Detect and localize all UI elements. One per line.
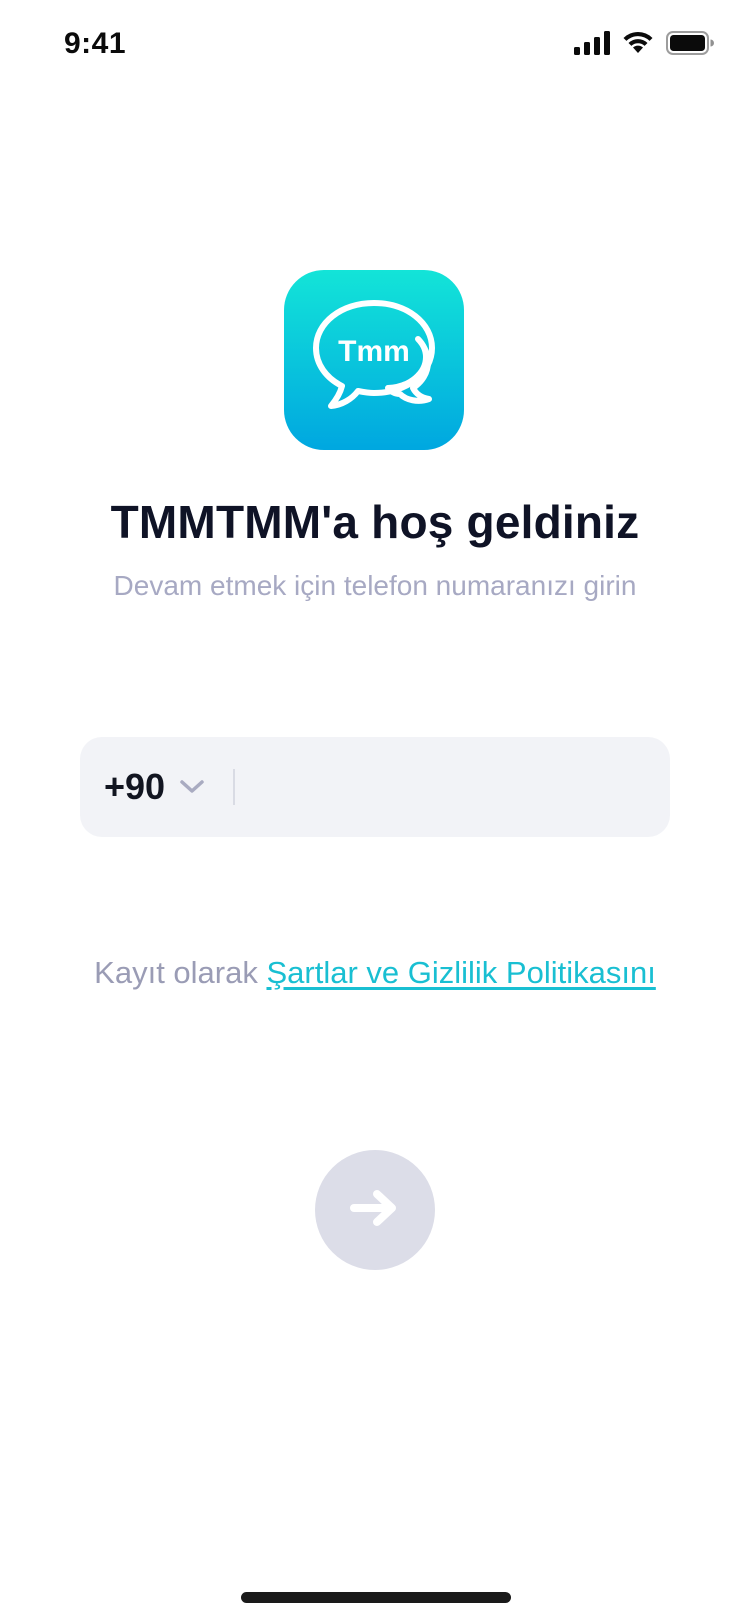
chevron-down-icon [179,779,205,795]
country-code-selector[interactable]: +90 [104,737,205,837]
terms-privacy-link[interactable]: Şartlar ve Gizlilik Politikasını [266,955,655,990]
phone-number-input[interactable] [250,737,654,839]
page-title: TMMTMM'a hoş geldiniz [110,496,640,548]
phone-number-field: +90 [80,737,670,839]
country-code-value: +90 [104,766,166,807]
terms-prefix: Kayıt olarak [94,955,267,990]
signal-icon [574,30,610,60]
next-button[interactable] [315,1150,435,1270]
status-time: 9:41 [64,27,127,60]
field-divider [233,769,235,805]
status-icons [574,30,714,60]
app-logo-text: Tmm [338,335,410,368]
arrow-right-icon [349,1188,401,1233]
home-indicator[interactable] [241,1592,511,1603]
chat-bubbles-icon: Tmm [313,300,435,409]
app-logo: Tmm [284,270,464,450]
wifi-icon [622,31,654,60]
page-subtitle: Devam etmek için telefon numaranızı giri… [113,570,637,601]
battery-icon [666,30,714,60]
status-bar: 9:41 [0,0,750,96]
terms-text: Kayıt olarak Şartlar ve Gizlilik Politik… [0,955,750,991]
